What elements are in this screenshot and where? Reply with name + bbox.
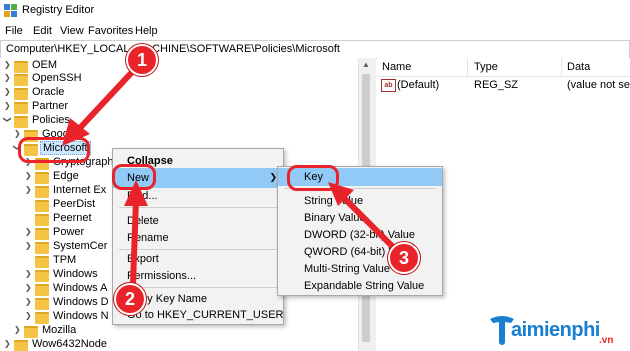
arrow-line [339, 193, 396, 250]
highlight-ring-microsoft [18, 137, 90, 163]
arrow-line [130, 199, 139, 285]
watermark-tld: .vn [599, 335, 614, 346]
step-badge-1: 1 [126, 44, 158, 76]
highlight-ring-new [112, 164, 156, 190]
step-badge-3: 3 [388, 242, 420, 274]
arrow-line [75, 67, 137, 133]
step-badge-2: 2 [114, 283, 146, 315]
highlight-ring-key [287, 165, 339, 191]
watermark-brand: aimienphi [511, 319, 600, 341]
watermark-logo: aimienphi .vn [487, 313, 627, 349]
